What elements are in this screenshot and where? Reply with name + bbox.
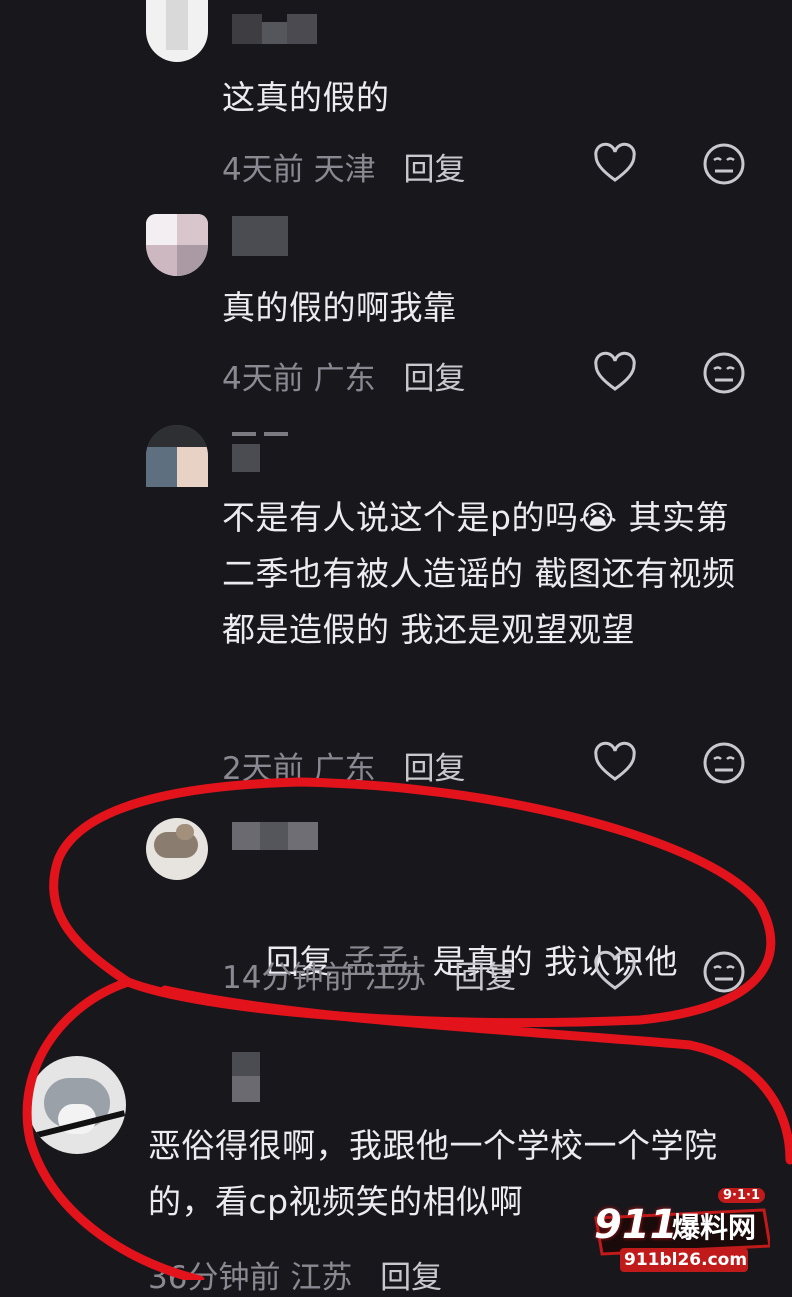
heart-outline-icon[interactable] (593, 950, 637, 994)
comment-time: 4天前 (222, 361, 304, 397)
username-pixelated[interactable] (232, 216, 292, 260)
reply-button[interactable]: 回复 (403, 152, 465, 188)
username-pixelated[interactable] (232, 14, 332, 46)
avatar[interactable] (146, 818, 208, 880)
comment-time: 36分钟前 (148, 1260, 281, 1296)
watermark-number: 911 (594, 1202, 678, 1248)
comment-time: 4天前 (222, 152, 304, 188)
meh-face-icon[interactable] (702, 142, 746, 186)
username-pixelated[interactable] (232, 1052, 262, 1104)
comment-meta: 4天前 天津 回复 (222, 144, 465, 189)
watermark-name: 爆料网 (672, 1211, 757, 1244)
avatar[interactable] (146, 0, 208, 62)
reply-button[interactable]: 回复 (403, 361, 465, 397)
reply-button[interactable]: 回复 (454, 960, 516, 996)
comment-location: 天津 (313, 152, 376, 188)
reply-button[interactable]: 回复 (380, 1260, 442, 1296)
comment-location: 江苏 (364, 960, 427, 996)
avatar[interactable] (146, 214, 208, 276)
watermark-logo: 9·1·1 911 爆料网 911bl26.com (594, 1188, 770, 1276)
avatar[interactable] (146, 425, 208, 487)
comment-meta: 14分钟前 江苏 回复 (222, 952, 516, 997)
watermark-badge: 9·1·1 (718, 1188, 766, 1203)
comment-time: 2天前 (222, 751, 304, 787)
username-pixelated[interactable] (232, 822, 322, 854)
comment-text: 这真的假的 (222, 78, 390, 117)
heart-outline-icon[interactable] (593, 741, 637, 785)
reply-button[interactable]: 回复 (403, 751, 465, 787)
avatar[interactable] (28, 1056, 126, 1154)
meh-face-icon[interactable] (702, 741, 746, 785)
comment-location: 广东 (313, 751, 376, 787)
heart-outline-icon[interactable] (593, 142, 637, 186)
comment-meta: 2天前 广东 回复 (222, 743, 465, 788)
meh-face-icon[interactable] (702, 351, 746, 395)
comment-location: 江苏 (290, 1260, 353, 1296)
watermark-domain: 911bl26.com (624, 1250, 748, 1270)
username-pixelated[interactable] (232, 430, 302, 474)
meh-face-icon[interactable] (702, 950, 746, 994)
comment-time: 14分钟前 (222, 960, 355, 996)
comment-text: 真的假的啊我靠 (222, 288, 457, 327)
comment-location: 广东 (313, 361, 376, 397)
comment-meta: 4天前 广东 回复 (222, 353, 465, 398)
comment-text: 不是有人说这个是p的吗😭 其实第二季也有被人造谣的 截图还有视频都是造假的 我还… (222, 498, 736, 649)
heart-outline-icon[interactable] (593, 351, 637, 395)
comment-meta: 36分钟前 江苏 回复 (148, 1252, 442, 1297)
